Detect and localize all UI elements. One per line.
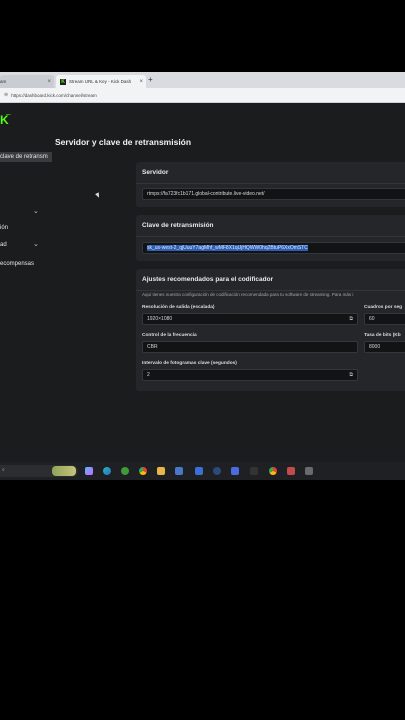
chevron-down-icon[interactable]: ⌄: [33, 207, 39, 215]
browser-tab[interactable]: am ×: [0, 75, 54, 88]
game-icon[interactable]: [305, 467, 313, 475]
rate-control-value: CBR: [147, 344, 158, 350]
sidebar-item-stream-key[interactable]: clave de retransm: [0, 152, 52, 162]
server-card: Servidor rtmps://fa723fc1b171.global-con…: [136, 162, 405, 207]
copy-icon[interactable]: ⧉: [349, 316, 353, 322]
encoder-heading: Ajustes recomendados para el codificador: [136, 269, 405, 291]
address-bar: ⊜ https://dashboard.kick.com/channel/str…: [0, 88, 405, 103]
edge-icon[interactable]: [103, 467, 111, 475]
keyframe-value: 2: [147, 372, 150, 378]
new-tab-icon[interactable]: +: [148, 75, 153, 84]
url-text: https://dashboard.kick.com/channel/strea…: [11, 92, 97, 98]
chevron-down-icon[interactable]: ⌄: [33, 240, 39, 248]
sidebar-item[interactable]: ión: [0, 225, 8, 231]
fps-value: 60: [369, 316, 375, 322]
close-tab-icon[interactable]: ×: [47, 79, 51, 85]
site-info-icon[interactable]: ⊜: [4, 92, 8, 98]
stream-key-value: sk_us-west-2_qjUuuY7agMhf_wMF8X1qUjHQWW0…: [147, 245, 308, 251]
stream-key-heading: Clave de retransmisión: [136, 215, 405, 237]
rate-control-label: Control de la frecuencia: [142, 333, 197, 338]
tab-label: Stream URL & Key - Kick Dash: [69, 79, 132, 84]
sidebar-item-label: ión: [0, 225, 9, 231]
phone-link-icon[interactable]: [195, 467, 203, 475]
resolution-value: 1920×1080: [147, 316, 173, 322]
browser-tab-active[interactable]: K Stream URL & Key - Kick Dash ×: [56, 75, 146, 88]
encoder-description: Aquí tienes nuestra configuración de cod…: [142, 292, 354, 297]
taskbar-search[interactable]: ⌕: [0, 465, 78, 477]
tab-label: am: [0, 79, 7, 84]
bitrate-field[interactable]: 8000: [364, 341, 405, 353]
sidebar-item-rewards[interactable]: ecompensas: [0, 261, 34, 267]
steam-icon[interactable]: [213, 467, 221, 475]
server-url-field[interactable]: rtmps://fa723fc1b171.global-contribute.l…: [142, 188, 405, 200]
search-highlight-image: [52, 466, 76, 476]
kick-dashboard: K ▔▔ clave de retransm ⌄ ión ad ⌄ ecompe…: [0, 103, 405, 466]
browser-tab-bar: am × K Stream URL & Key - Kick Dash × +: [0, 72, 405, 88]
keyframe-field[interactable]: 2 ⧉: [142, 369, 358, 381]
fps-label: Cuadros por seg: [364, 305, 403, 310]
sidebar-item-label: ecompensas: [0, 261, 35, 267]
copy-icon[interactable]: ⧉: [349, 372, 353, 378]
store-icon[interactable]: [175, 467, 183, 475]
keyframe-label: Intervalo de fotogramas clave (segundos): [142, 361, 237, 366]
kick-logo-mark: ▔▔: [6, 114, 11, 118]
bitrate-value: 8000: [369, 344, 381, 350]
page-title: Servidor y clave de retransmisión: [55, 137, 192, 147]
server-heading: Servidor: [136, 162, 405, 184]
chrome-icon[interactable]: [139, 467, 147, 475]
kick-favicon-icon: K: [60, 78, 66, 85]
recorder-icon[interactable]: [287, 467, 295, 475]
rate-control-field[interactable]: CBR: [142, 341, 358, 353]
sidebar-item-label: ad: [0, 242, 7, 248]
url-field[interactable]: ⊜ https://dashboard.kick.com/channel/str…: [4, 91, 404, 99]
app-icon[interactable]: [231, 467, 239, 475]
close-tab-icon[interactable]: ×: [139, 79, 143, 85]
kick-icon[interactable]: [250, 467, 258, 475]
stream-key-card: Clave de retransmisión sk_us-west-2_qjUu…: [136, 215, 405, 261]
chrome2-icon[interactable]: [269, 467, 277, 475]
encoder-settings-card: Ajustes recomendados para el codificador…: [136, 269, 405, 391]
files-icon[interactable]: [157, 467, 165, 475]
fps-field[interactable]: 60: [364, 313, 405, 325]
server-url-value: rtmps://fa723fc1b171.global-contribute.l…: [147, 191, 265, 197]
copilot-icon[interactable]: [85, 467, 93, 475]
bitrate-label: Tasa de bits (Kb: [364, 333, 401, 338]
search-icon: ⌕: [2, 467, 5, 473]
sidebar-item-label: clave de retransm: [0, 154, 48, 160]
resolution-label: Resolución de salida (escalada): [142, 305, 215, 310]
mouse-cursor-icon: [95, 192, 101, 199]
screen: am × K Stream URL & Key - Kick Dash × + …: [0, 72, 405, 480]
xbox-icon[interactable]: [121, 467, 129, 475]
sidebar-item[interactable]: ad: [0, 242, 7, 248]
stream-key-field[interactable]: sk_us-west-2_qjUuuY7agMhf_wMF8X1qUjHQWW0…: [142, 242, 405, 254]
windows-taskbar: ⌕: [0, 462, 405, 480]
resolution-field[interactable]: 1920×1080 ⧉: [142, 313, 358, 325]
